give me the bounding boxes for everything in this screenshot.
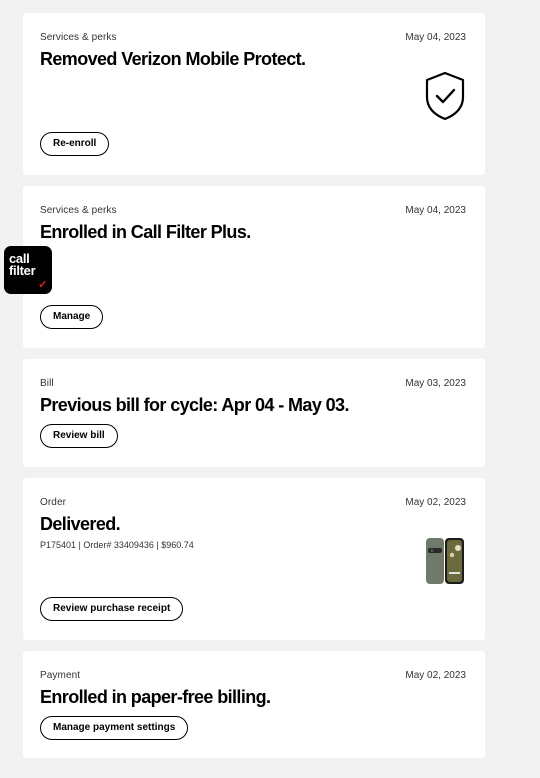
call-filter-app-icon: call filter ✓ xyxy=(4,246,52,294)
shield-check-icon xyxy=(424,71,466,126)
card-date: May 02, 2023 xyxy=(405,670,466,681)
activity-card-mobile-protect: Services & perks May 04, 2023 Removed Ve… xyxy=(23,13,485,175)
card-category: Order xyxy=(40,497,67,508)
activity-card-bill: Bill May 03, 2023 Previous bill for cycl… xyxy=(23,359,485,467)
card-category: Payment xyxy=(40,670,81,681)
checkmark-icon: ✓ xyxy=(38,279,47,291)
card-date: May 04, 2023 xyxy=(405,205,466,216)
icon-text-filter: filter xyxy=(9,263,36,278)
manage-payment-settings-button[interactable]: Manage payment settings xyxy=(40,716,189,740)
card-title: Delivered. xyxy=(40,514,121,534)
activity-card-order: Order May 02, 2023 Delivered. P175401 | … xyxy=(23,478,485,640)
card-title: Enrolled in Call Filter Plus. xyxy=(40,222,251,242)
re-enroll-button[interactable]: Re-enroll xyxy=(40,132,110,156)
activity-card-payment: Payment May 02, 2023 Enrolled in paper-f… xyxy=(23,651,485,758)
card-category: Services & perks xyxy=(40,205,117,216)
activity-feed: Services & perks May 04, 2023 Removed Ve… xyxy=(0,0,540,778)
card-date: May 04, 2023 xyxy=(405,32,466,43)
activity-card-call-filter: Services & perks May 04, 2023 Enrolled i… xyxy=(4,186,485,348)
review-purchase-receipt-button[interactable]: Review purchase receipt xyxy=(40,597,184,621)
card-date: May 03, 2023 xyxy=(405,378,466,389)
card-category: Services & perks xyxy=(40,32,117,43)
card-title: Enrolled in paper-free billing. xyxy=(40,687,271,707)
card-title: Removed Verizon Mobile Protect. xyxy=(40,49,306,69)
order-details: P175401 | Order# 33409436 | $960.74 xyxy=(40,540,194,550)
card-title: Previous bill for cycle: Apr 04 - May 03… xyxy=(40,395,349,415)
phone-image xyxy=(424,536,466,591)
manage-button[interactable]: Manage xyxy=(40,305,104,329)
card-category: Bill xyxy=(40,378,54,389)
card-date: May 02, 2023 xyxy=(405,497,466,508)
review-bill-button[interactable]: Review bill xyxy=(40,424,118,448)
